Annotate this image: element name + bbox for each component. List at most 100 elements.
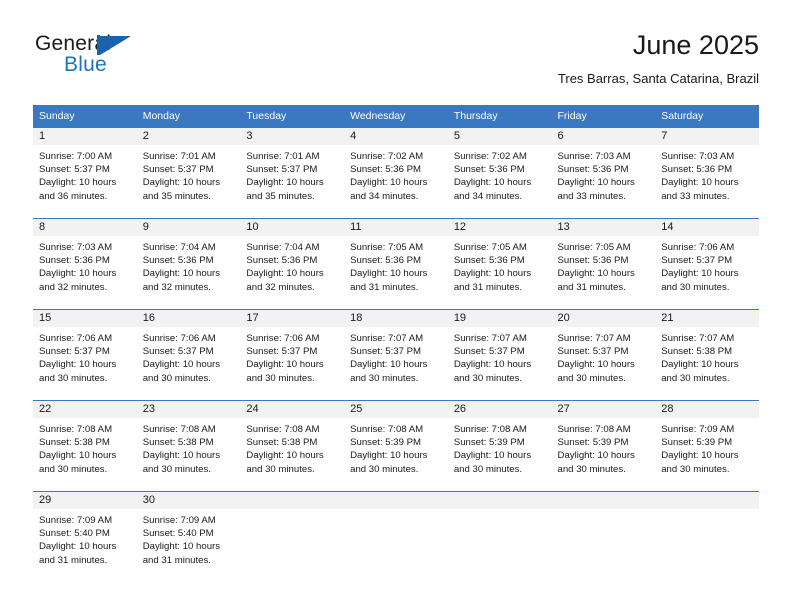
day-cell-empty: [240, 491, 345, 578]
sunrise-text: Sunrise: 7:05 AM: [557, 242, 631, 253]
daylight-text-line2: and 35 minutes.: [142, 190, 211, 202]
day-cell[interactable]: 16 Sunrise: 7:06 AM Sunset: 5:37 PM Dayl…: [136, 309, 241, 401]
daylight-text-line1: Daylight: 10 hours: [557, 359, 635, 371]
day-number: 16: [136, 310, 241, 327]
day-number: 9: [136, 219, 241, 236]
daylight-text-line1: Daylight: 10 hours: [661, 450, 739, 462]
daylight-text-line1: Daylight: 10 hours: [453, 450, 532, 462]
sunrise-text: Sunrise: 7:06 AM: [39, 333, 113, 344]
sunrise-text: Sunrise: 7:05 AM: [453, 242, 527, 253]
day-number: 29: [33, 492, 137, 509]
sunrise-text: Sunrise: 7:01 AM: [142, 151, 216, 162]
sunset-text: Sunset: 5:36 PM: [39, 255, 110, 267]
sunset-text: Sunset: 5:40 PM: [142, 528, 214, 540]
day-cell[interactable]: 21 Sunrise: 7:07 AM Sunset: 5:38 PM Dayl…: [655, 309, 759, 401]
day-cell[interactable]: 15 Sunrise: 7:06 AM Sunset: 5:37 PM Dayl…: [33, 309, 137, 401]
day-cell[interactable]: 11 Sunrise: 7:05 AM Sunset: 5:36 PM Dayl…: [344, 218, 448, 310]
daylight-text-line2: and 33 minutes.: [661, 190, 730, 202]
day-details: Sunrise: 7:05 AM Sunset: 5:36 PM Dayligh…: [552, 236, 656, 294]
day-cell[interactable]: 18 Sunrise: 7:07 AM Sunset: 5:37 PM Dayl…: [344, 309, 448, 401]
day-cell[interactable]: 24 Sunrise: 7:08 AM Sunset: 5:38 PM Dayl…: [240, 400, 345, 492]
weekday-header-wednesday: Wednesday: [344, 105, 448, 128]
daylight-text-line2: and 32 minutes.: [39, 281, 108, 293]
day-cell[interactable]: 3 Sunrise: 7:01 AM Sunset: 5:37 PM Dayli…: [240, 127, 345, 219]
week-row: 1 Sunrise: 7:00 AM Sunset: 5:37 PM Dayli…: [33, 127, 759, 219]
sunset-text: Sunset: 5:38 PM: [142, 437, 214, 449]
day-details: Sunrise: 7:07 AM Sunset: 5:37 PM Dayligh…: [344, 327, 448, 385]
daylight-text-line2: and 34 minutes.: [453, 190, 523, 202]
day-details: Sunrise: 7:08 AM Sunset: 5:38 PM Dayligh…: [137, 418, 241, 476]
daylight-text-line2: and 34 minutes.: [350, 190, 419, 202]
day-number: 24: [240, 401, 345, 418]
daylight-text-line2: and 36 minutes.: [39, 190, 108, 202]
sunset-text: Sunset: 5:36 PM: [557, 255, 629, 267]
day-cell[interactable]: 29 Sunrise: 7:09 AM Sunset: 5:40 PM Dayl…: [33, 491, 137, 578]
day-details: Sunrise: 7:04 AM Sunset: 5:36 PM Dayligh…: [240, 236, 344, 294]
sunset-text: Sunset: 5:36 PM: [246, 255, 318, 267]
day-cell[interactable]: 2 Sunrise: 7:01 AM Sunset: 5:37 PM Dayli…: [136, 127, 241, 219]
sunset-text: Sunset: 5:37 PM: [39, 346, 110, 358]
day-number: 27: [551, 401, 656, 418]
daylight-text-line1: Daylight: 10 hours: [246, 177, 324, 189]
day-cell[interactable]: 4 Sunrise: 7:02 AM Sunset: 5:36 PM Dayli…: [344, 127, 448, 219]
day-number: 23: [136, 401, 241, 418]
day-cell[interactable]: 30 Sunrise: 7:09 AM Sunset: 5:40 PM Dayl…: [136, 491, 241, 578]
day-number: 18: [344, 310, 448, 327]
daylight-text-line2: and 32 minutes.: [246, 281, 315, 293]
daylight-text-line2: and 33 minutes.: [557, 190, 626, 202]
sunset-text: Sunset: 5:37 PM: [142, 346, 214, 358]
sunrise-text: Sunrise: 7:08 AM: [453, 424, 527, 435]
day-number: [344, 492, 448, 509]
day-cell[interactable]: 8 Sunrise: 7:03 AM Sunset: 5:36 PM Dayli…: [33, 218, 137, 310]
daylight-text-line2: and 31 minutes.: [453, 281, 523, 293]
day-cell[interactable]: 17 Sunrise: 7:06 AM Sunset: 5:37 PM Dayl…: [240, 309, 345, 401]
daylight-text-line1: Daylight: 10 hours: [246, 359, 324, 371]
daylight-text-line2: and 30 minutes.: [453, 463, 523, 475]
day-cell[interactable]: 7 Sunrise: 7:03 AM Sunset: 5:36 PM Dayli…: [655, 127, 759, 219]
sunset-text: Sunset: 5:37 PM: [350, 346, 422, 358]
daylight-text-line2: and 30 minutes.: [39, 463, 108, 475]
day-number: [655, 492, 759, 509]
day-details: Sunrise: 7:00 AM Sunset: 5:37 PM Dayligh…: [33, 145, 137, 203]
day-cell[interactable]: 20 Sunrise: 7:07 AM Sunset: 5:37 PM Dayl…: [551, 309, 656, 401]
weekday-header-friday: Friday: [551, 105, 656, 128]
daylight-text-line1: Daylight: 10 hours: [350, 359, 428, 371]
daylight-text-line1: Daylight: 10 hours: [142, 177, 221, 189]
day-cell[interactable]: 27 Sunrise: 7:08 AM Sunset: 5:39 PM Dayl…: [551, 400, 656, 492]
day-details: Sunrise: 7:07 AM Sunset: 5:37 PM Dayligh…: [448, 327, 552, 385]
day-cell[interactable]: 19 Sunrise: 7:07 AM Sunset: 5:37 PM Dayl…: [447, 309, 552, 401]
day-number: 28: [655, 401, 759, 418]
day-number: 30: [136, 492, 241, 509]
day-details: Sunrise: 7:01 AM Sunset: 5:37 PM Dayligh…: [137, 145, 241, 203]
daylight-text-line1: Daylight: 10 hours: [350, 450, 428, 462]
day-cell[interactable]: 10 Sunrise: 7:04 AM Sunset: 5:36 PM Dayl…: [240, 218, 345, 310]
daylight-text-line2: and 35 minutes.: [246, 190, 315, 202]
day-cell[interactable]: 22 Sunrise: 7:08 AM Sunset: 5:38 PM Dayl…: [33, 400, 137, 492]
day-cell[interactable]: 14 Sunrise: 7:06 AM Sunset: 5:37 PM Dayl…: [655, 218, 759, 310]
day-cell[interactable]: 13 Sunrise: 7:05 AM Sunset: 5:36 PM Dayl…: [551, 218, 656, 310]
day-cell[interactable]: 23 Sunrise: 7:08 AM Sunset: 5:38 PM Dayl…: [136, 400, 241, 492]
day-cell[interactable]: 1 Sunrise: 7:00 AM Sunset: 5:37 PM Dayli…: [33, 127, 137, 219]
day-cell[interactable]: 9 Sunrise: 7:04 AM Sunset: 5:36 PM Dayli…: [136, 218, 241, 310]
sunrise-text: Sunrise: 7:07 AM: [661, 333, 735, 344]
daylight-text-line2: and 30 minutes.: [661, 281, 730, 293]
week-row: 15 Sunrise: 7:06 AM Sunset: 5:37 PM Dayl…: [33, 309, 759, 401]
page-subtitle: Tres Barras, Santa Catarina, Brazil: [557, 71, 759, 86]
generalblue-logo[interactable]: General Blue: [35, 32, 165, 80]
day-cell[interactable]: 25 Sunrise: 7:08 AM Sunset: 5:39 PM Dayl…: [344, 400, 448, 492]
day-cell[interactable]: 12 Sunrise: 7:05 AM Sunset: 5:36 PM Dayl…: [447, 218, 552, 310]
day-details: Sunrise: 7:08 AM Sunset: 5:39 PM Dayligh…: [448, 418, 552, 476]
day-cell-empty: [344, 491, 448, 578]
day-cell[interactable]: 26 Sunrise: 7:08 AM Sunset: 5:39 PM Dayl…: [447, 400, 552, 492]
daylight-text-line2: and 30 minutes.: [142, 463, 211, 475]
sunrise-text: Sunrise: 7:02 AM: [350, 151, 424, 162]
day-number: 22: [33, 401, 137, 418]
sunrise-text: Sunrise: 7:02 AM: [453, 151, 527, 162]
day-cell[interactable]: 6 Sunrise: 7:03 AM Sunset: 5:36 PM Dayli…: [551, 127, 656, 219]
sunrise-text: Sunrise: 7:03 AM: [557, 151, 631, 162]
weekday-header-thursday: Thursday: [447, 105, 552, 128]
day-cell[interactable]: 5 Sunrise: 7:02 AM Sunset: 5:36 PM Dayli…: [447, 127, 552, 219]
daylight-text-line1: Daylight: 10 hours: [661, 177, 739, 189]
day-cell[interactable]: 28 Sunrise: 7:09 AM Sunset: 5:39 PM Dayl…: [655, 400, 759, 492]
day-details: Sunrise: 7:09 AM Sunset: 5:39 PM Dayligh…: [655, 418, 759, 476]
